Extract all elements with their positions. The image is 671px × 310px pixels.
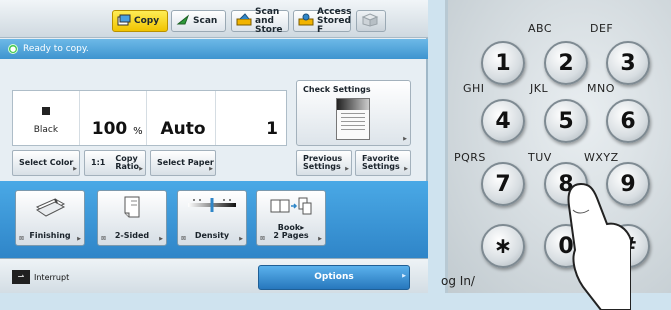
book-to-pages-icon: [257, 195, 325, 223]
top-tab-bar: Copy Scan Scan and Store Access Stored F: [0, 0, 428, 38]
interrupt-label: Interrupt: [34, 272, 70, 282]
check-settings-button[interactable]: Check Settings ▶: [296, 80, 411, 146]
finishing-icon: [16, 195, 84, 223]
key-8-letters: TUV: [528, 151, 552, 164]
copy-ratio-button[interactable]: 1:1 Copy Ratio ▶: [84, 150, 146, 176]
key-7[interactable]: 7: [481, 162, 525, 206]
multi-option-icon: ⊠: [19, 235, 25, 242]
finishing-label: Finishing: [29, 231, 71, 240]
corner-arrow-icon: ▶: [404, 166, 408, 172]
tab-access-stored-files-label: Access Stored F: [317, 6, 352, 35]
physical-keypad: ABC DEF GHI JKL MNO PQRS TUV WXYZ 1 2 3 …: [441, 0, 671, 310]
color-mode-value: Black: [33, 125, 59, 135]
corner-arrow-icon: ▶: [209, 166, 213, 172]
key-3[interactable]: 3: [606, 41, 650, 85]
density-button[interactable]: Density ⊠ ▶: [177, 190, 247, 246]
options-button[interactable]: Options ▶: [258, 265, 410, 290]
corner-arrow-icon: ▶: [77, 236, 81, 242]
key-7-letters: PQRS: [454, 151, 486, 164]
corner-arrow-icon: ▶: [73, 166, 77, 172]
corner-arrow-icon: ▶: [159, 236, 163, 242]
current-settings-panel: Black 100 % Auto 1: [12, 90, 287, 146]
ready-status-icon: ●: [8, 44, 18, 54]
status-message: Ready to copy.: [23, 44, 89, 54]
tab-access-stored-files[interactable]: Access Stored F: [293, 6, 352, 35]
document-preview-icon: [336, 98, 370, 140]
check-settings-label: Check Settings: [303, 85, 371, 94]
multi-option-icon: ⊠: [101, 235, 107, 242]
select-color-label: Select Color: [19, 158, 74, 167]
tab-more[interactable]: [356, 10, 386, 32]
two-sided-icon: [98, 195, 166, 225]
pointing-finger-icon: [567, 182, 631, 310]
paper-value: Auto: [160, 119, 206, 139]
two-sided-label: 2-Sided: [114, 231, 150, 240]
tab-copy-label: Copy: [134, 15, 160, 26]
key-1[interactable]: 1: [481, 41, 525, 85]
copies-cell: 1: [216, 91, 286, 145]
finishing-button[interactable]: Finishing ⊠ ▶: [15, 190, 85, 246]
favorite-settings-button[interactable]: Favorite Settings ▶: [355, 150, 411, 176]
book-to-two-pages-button[interactable]: Book▸ 2 Pages ⊠ ▶: [256, 190, 326, 246]
select-paper-label: Select Paper: [157, 158, 214, 167]
interrupt-icon: ⇀: [12, 270, 30, 284]
copier-touch-screen: Copy Scan Scan and Store Access Stored F: [0, 0, 428, 293]
corner-arrow-icon: ▶: [403, 136, 407, 142]
key-5[interactable]: 5: [544, 99, 588, 143]
copy-ratio-label: Copy Ratio: [115, 154, 139, 171]
book-to-two-pages-label: Book▸ 2 Pages: [273, 223, 309, 240]
key-9-letters: WXYZ: [584, 151, 619, 164]
select-paper-button[interactable]: Select Paper ▶: [150, 150, 216, 176]
multi-option-icon: ⊠: [260, 235, 266, 242]
key-4[interactable]: 4: [481, 99, 525, 143]
access-stored-icon: [298, 13, 314, 29]
status-bar: ● Ready to copy.: [0, 39, 428, 59]
key-3-letters: DEF: [590, 22, 614, 35]
tab-scan[interactable]: Scan: [171, 10, 226, 32]
key-2[interactable]: 2: [544, 41, 588, 85]
copy-icon: [117, 14, 131, 29]
previous-settings-label: Previous Settings: [303, 154, 343, 171]
bottom-bar: ⇀ Interrupt Options ▶: [0, 258, 428, 293]
scan-icon: [176, 13, 190, 29]
key-6[interactable]: 6: [606, 99, 650, 143]
previous-settings-button[interactable]: Previous Settings ▶: [296, 150, 352, 176]
ratio-cell: 100 %: [80, 91, 147, 145]
ratio-unit: %: [133, 126, 143, 137]
tab-scan-and-store-label: Scan and Store: [255, 6, 283, 35]
options-label: Options: [314, 272, 354, 282]
corner-arrow-icon: ▶: [318, 236, 322, 242]
key-6-letters: MNO: [587, 82, 615, 95]
tab-scan-and-store[interactable]: Scan and Store: [231, 6, 289, 35]
multi-option-icon: ⊠: [181, 235, 187, 242]
density-label: Density: [194, 231, 230, 240]
key-2-letters: ABC: [528, 22, 553, 35]
cube-icon: [361, 12, 379, 30]
density-icon: [178, 195, 246, 219]
copies-value: 1: [266, 119, 278, 139]
key-asterisk[interactable]: ∗: [481, 224, 525, 268]
ratio-value: 100: [91, 119, 128, 139]
favorite-settings-label: Favorite Settings: [362, 154, 400, 171]
two-sided-button[interactable]: 2-Sided ⊠ ▶: [97, 190, 167, 246]
corner-arrow-icon: ▶: [139, 166, 143, 172]
tab-scan-label: Scan: [193, 15, 218, 26]
paper-cell: Auto: [147, 91, 217, 145]
corner-arrow-icon: ▶: [345, 166, 349, 172]
key-4-letters: GHI: [463, 82, 485, 95]
select-color-button[interactable]: Select Color ▶: [12, 150, 80, 176]
black-swatch-icon: [42, 107, 50, 115]
scan-store-icon: [236, 13, 252, 29]
key-5-letters: JKL: [530, 82, 549, 95]
color-mode-cell: Black: [13, 91, 80, 145]
ratio-prefix: 1:1: [91, 158, 106, 167]
interrupt-button[interactable]: ⇀ Interrupt: [12, 268, 69, 286]
tab-copy[interactable]: Copy: [112, 10, 168, 32]
login-label: og In/: [441, 274, 475, 288]
corner-arrow-icon: ▶: [239, 236, 243, 242]
corner-arrow-icon: ▶: [402, 273, 406, 279]
